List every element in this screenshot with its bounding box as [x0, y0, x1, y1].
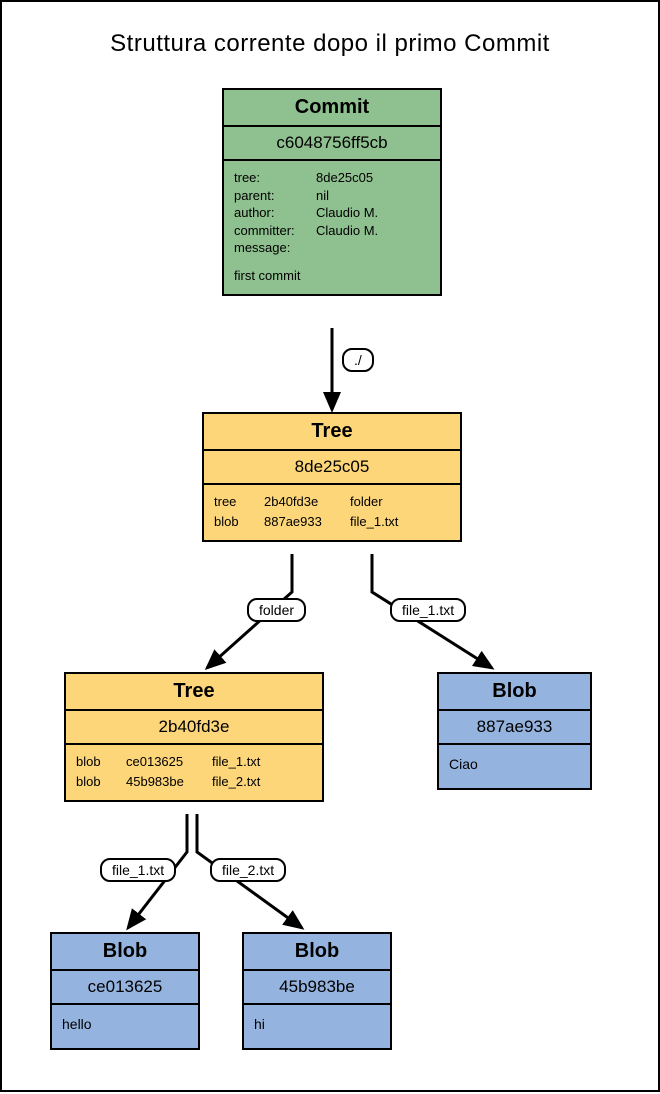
commit-parent-key: parent:	[234, 187, 312, 205]
diagram-title: Struttura corrente dopo il primo Commit	[2, 30, 658, 58]
sub-tree-body: blob ce013625 file_1.txt blob 45b983be f…	[66, 745, 322, 800]
edge-folder: folder	[247, 598, 306, 622]
blob-ciao-content: Ciao	[439, 745, 590, 788]
root-tree-row0-type: tree	[214, 493, 256, 511]
blob-hi-header: Blob	[244, 934, 390, 971]
blob-hello-header: Blob	[52, 934, 198, 971]
sub-tree-hash: 2b40fd3e	[66, 711, 322, 745]
commit-header: Commit	[224, 90, 440, 127]
commit-hash: c6048756ff5cb	[224, 127, 440, 161]
commit-message-key: message:	[234, 239, 312, 257]
sub-tree-row1-type: blob	[76, 773, 118, 791]
blob-ciao-hash: 887ae933	[439, 711, 590, 745]
sub-tree-row0-hash: ce013625	[126, 753, 204, 771]
edge-file1-root: file_1.txt	[390, 598, 466, 622]
commit-node: Commit c6048756ff5cb tree: 8de25c05 pare…	[222, 88, 442, 296]
edge-file2: file_2.txt	[210, 858, 286, 882]
root-tree-row1-hash: 887ae933	[264, 513, 342, 531]
commit-committer-val: Claudio M.	[316, 222, 430, 240]
sub-tree-node: Tree 2b40fd3e blob ce013625 file_1.txt b…	[64, 672, 324, 802]
root-tree-row0-hash: 2b40fd3e	[264, 493, 342, 511]
blob-ciao-node: Blob 887ae933 Ciao	[437, 672, 592, 790]
root-tree-node: Tree 8de25c05 tree 2b40fd3e folder blob …	[202, 412, 462, 542]
root-tree-row0-name: folder	[350, 493, 450, 511]
sub-tree-row1-hash: 45b983be	[126, 773, 204, 791]
blob-hello-hash: ce013625	[52, 971, 198, 1005]
root-tree-header: Tree	[204, 414, 460, 451]
blob-hello-node: Blob ce013625 hello	[50, 932, 200, 1050]
blob-ciao-header: Blob	[439, 674, 590, 711]
root-tree-row1-type: blob	[214, 513, 256, 531]
commit-parent-val: nil	[316, 187, 430, 205]
root-tree-hash: 8de25c05	[204, 451, 460, 485]
root-tree-body: tree 2b40fd3e folder blob 887ae933 file_…	[204, 485, 460, 540]
sub-tree-row0-type: blob	[76, 753, 118, 771]
commit-author-key: author:	[234, 204, 312, 222]
edge-file1: file_1.txt	[100, 858, 176, 882]
commit-author-val: Claudio M.	[316, 204, 430, 222]
sub-tree-row1-name: file_2.txt	[212, 773, 312, 791]
commit-tree-key: tree:	[234, 169, 312, 187]
sub-tree-header: Tree	[66, 674, 322, 711]
commit-message-body: first commit	[234, 267, 430, 285]
commit-tree-val: 8de25c05	[316, 169, 430, 187]
edge-root: ./	[342, 348, 374, 372]
root-tree-row1-name: file_1.txt	[350, 513, 450, 531]
sub-tree-row0-name: file_1.txt	[212, 753, 312, 771]
commit-committer-key: committer:	[234, 222, 312, 240]
commit-body: tree: 8de25c05 parent: nil author: Claud…	[224, 161, 440, 294]
blob-hi-node: Blob 45b983be hi	[242, 932, 392, 1050]
blob-hello-content: hello	[52, 1005, 198, 1048]
diagram-page: Struttura corrente dopo il primo Commit …	[0, 0, 660, 1092]
blob-hi-hash: 45b983be	[244, 971, 390, 1005]
blob-hi-content: hi	[244, 1005, 390, 1048]
